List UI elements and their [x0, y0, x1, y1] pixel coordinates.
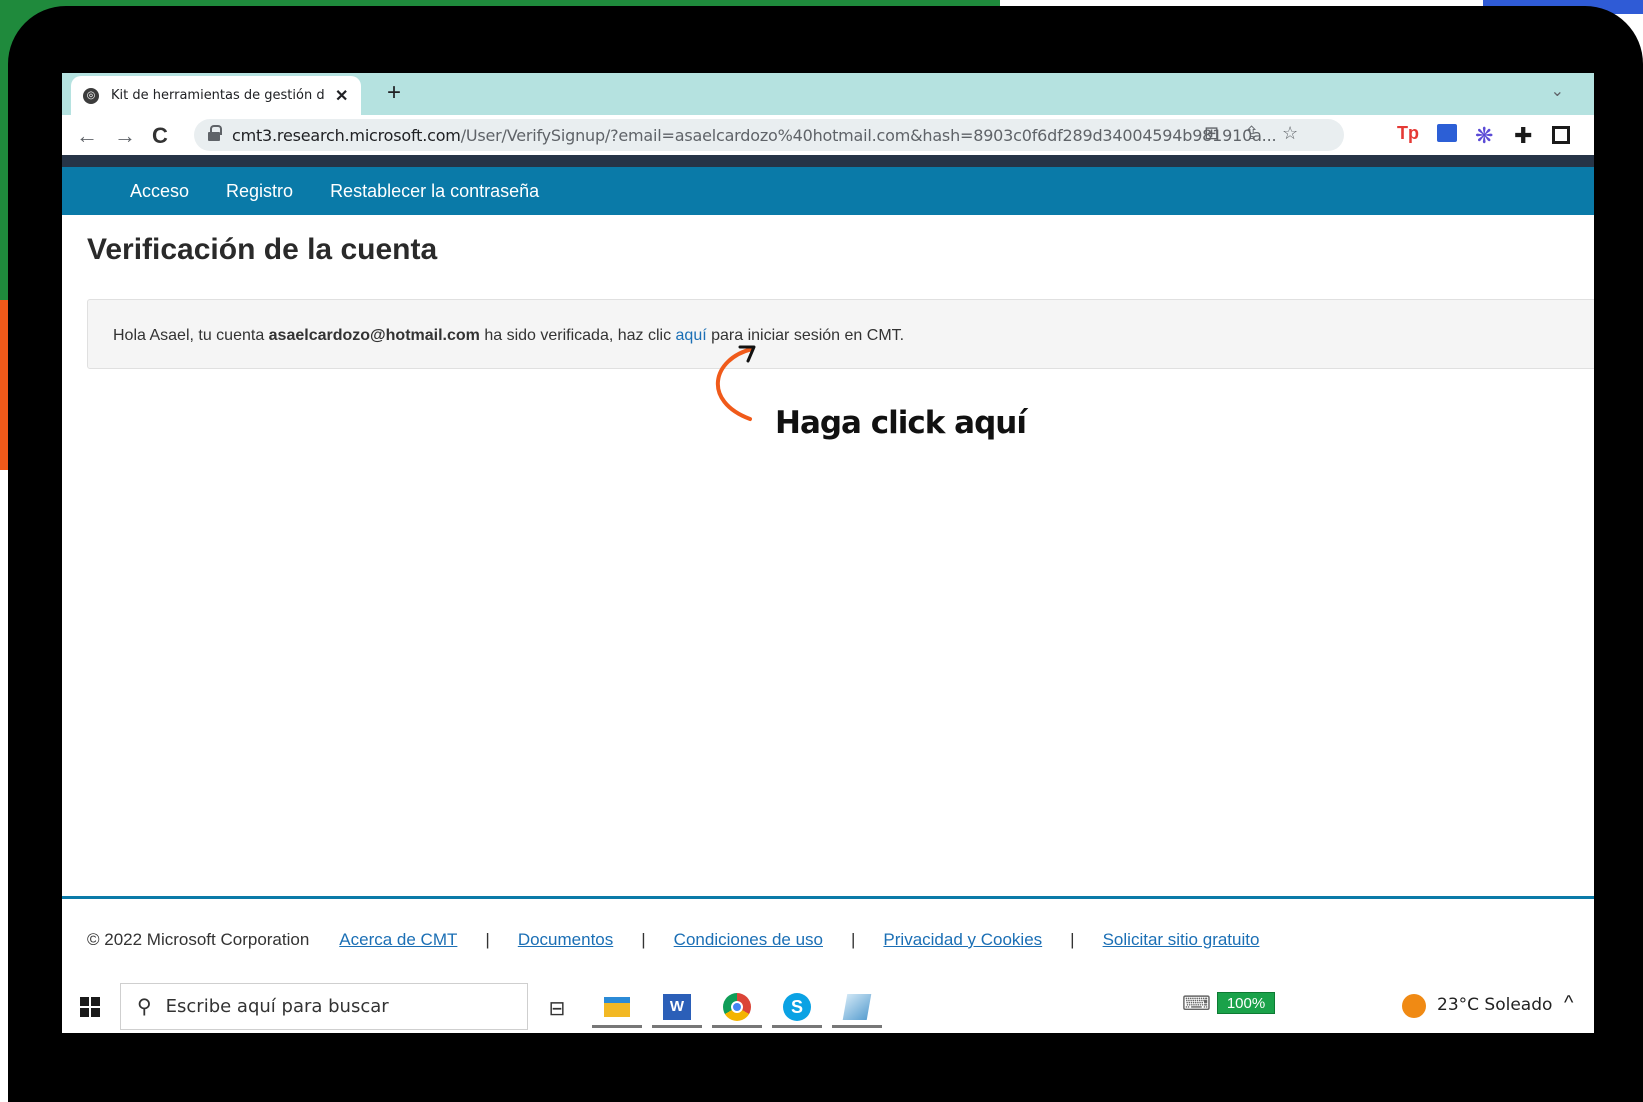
extension-flower-icon[interactable]: ❋: [1475, 123, 1493, 149]
windows-taskbar: ⚲ Escribe aquí para buscar ⊟ W S ⌨ 100% …: [62, 978, 1594, 1033]
sun-icon: [1402, 994, 1426, 1018]
file-explorer-icon[interactable]: [592, 988, 642, 1028]
close-tab-icon[interactable]: ✕: [335, 86, 348, 106]
task-view-icon[interactable]: ⊟: [532, 988, 582, 1028]
footer-separator: |: [851, 930, 856, 949]
footer-divider: [62, 896, 1594, 899]
message-text: Hola Asael, tu cuenta: [113, 327, 269, 344]
nav-acceso[interactable]: Acceso: [130, 181, 189, 202]
screen: ◎ Kit de herramientas de gestión d ✕ + ⌄…: [62, 73, 1594, 1033]
search-icon: ⚲: [137, 996, 152, 1018]
address-bar[interactable]: cmt3.research.microsoft.com/User/VerifyS…: [194, 119, 1344, 151]
share-icon[interactable]: ⇪: [1244, 123, 1259, 144]
keyboard-icon[interactable]: ⌨: [1182, 991, 1211, 1016]
tab-strip: ◎ Kit de herramientas de gestión d ✕ + ⌄: [62, 73, 1594, 115]
footer-link-docs[interactable]: Documentos: [518, 930, 613, 950]
footer: © 2022 Microsoft Corporation Acerca de C…: [87, 930, 1259, 950]
copyright: © 2022 Microsoft Corporation: [87, 930, 310, 949]
footer-link-about[interactable]: Acerca de CMT: [339, 930, 457, 950]
tab-title: Kit de herramientas de gestión d: [111, 88, 325, 103]
site-nav: Acceso Registro Restablecer la contraseñ…: [62, 167, 1594, 215]
windows-start-icon[interactable]: [80, 997, 100, 1017]
taskbar-search[interactable]: ⚲ Escribe aquí para buscar: [120, 983, 528, 1030]
translate-icon[interactable]: ⊞: [1204, 123, 1219, 144]
account-email: asaelcardozo@hotmail.com: [268, 327, 480, 344]
globe-icon: ◎: [83, 87, 99, 104]
chevron-up-icon[interactable]: ^: [1564, 992, 1573, 1015]
chevron-down-icon[interactable]: ⌄: [1551, 81, 1564, 101]
star-icon[interactable]: ☆: [1282, 123, 1298, 144]
extension-calendar-icon[interactable]: [1437, 124, 1457, 142]
message-text-middle: ha sido verificada, haz clic: [479, 327, 676, 344]
url-text: cmt3.research.microsoft.com/User/VerifyS…: [232, 125, 1277, 145]
annotation-label: Haga click aquí: [775, 405, 1027, 441]
footer-link-terms[interactable]: Condiciones de uso: [674, 930, 823, 950]
puzzle-icon[interactable]: ✚: [1514, 123, 1532, 149]
footer-link-free-site[interactable]: Solicitar sitio gratuito: [1103, 930, 1260, 950]
chrome-icon[interactable]: [712, 988, 762, 1028]
weather-status[interactable]: 23°C Soleado: [1437, 995, 1552, 1015]
page-title: Verificación de la cuenta: [87, 233, 438, 266]
nav-registro[interactable]: Registro: [226, 181, 293, 202]
lock-icon: [208, 125, 222, 141]
reload-icon[interactable]: C: [152, 123, 168, 149]
word-icon[interactable]: W: [652, 988, 702, 1028]
curved-arrow-icon: [716, 345, 756, 421]
forward-arrow-icon[interactable]: →: [114, 123, 136, 149]
skype-icon[interactable]: S: [772, 988, 822, 1028]
notepad-icon[interactable]: [832, 988, 882, 1028]
toolbar-divider: [62, 155, 1594, 167]
footer-separator: |: [641, 930, 646, 949]
nav-restablecer[interactable]: Restablecer la contraseña: [330, 181, 539, 202]
search-placeholder: Escribe aquí para buscar: [165, 996, 389, 1017]
verification-message: Hola Asael, tu cuenta asaelcardozo@hotma…: [87, 299, 1594, 369]
browser-tab[interactable]: ◎ Kit de herramientas de gestión d ✕: [71, 76, 361, 115]
extension-tp-icon[interactable]: Tp: [1397, 123, 1419, 144]
side-panel-icon[interactable]: [1552, 126, 1570, 144]
footer-separator: |: [485, 930, 490, 949]
browser-toolbar: ← → C cmt3.research.microsoft.com/User/V…: [62, 115, 1594, 155]
back-arrow-icon[interactable]: ←: [76, 123, 98, 149]
footer-link-privacy[interactable]: Privacidad y Cookies: [883, 930, 1042, 950]
new-tab-button[interactable]: +: [387, 79, 401, 107]
footer-separator: |: [1070, 930, 1075, 949]
battery-indicator[interactable]: 100%: [1217, 992, 1275, 1014]
